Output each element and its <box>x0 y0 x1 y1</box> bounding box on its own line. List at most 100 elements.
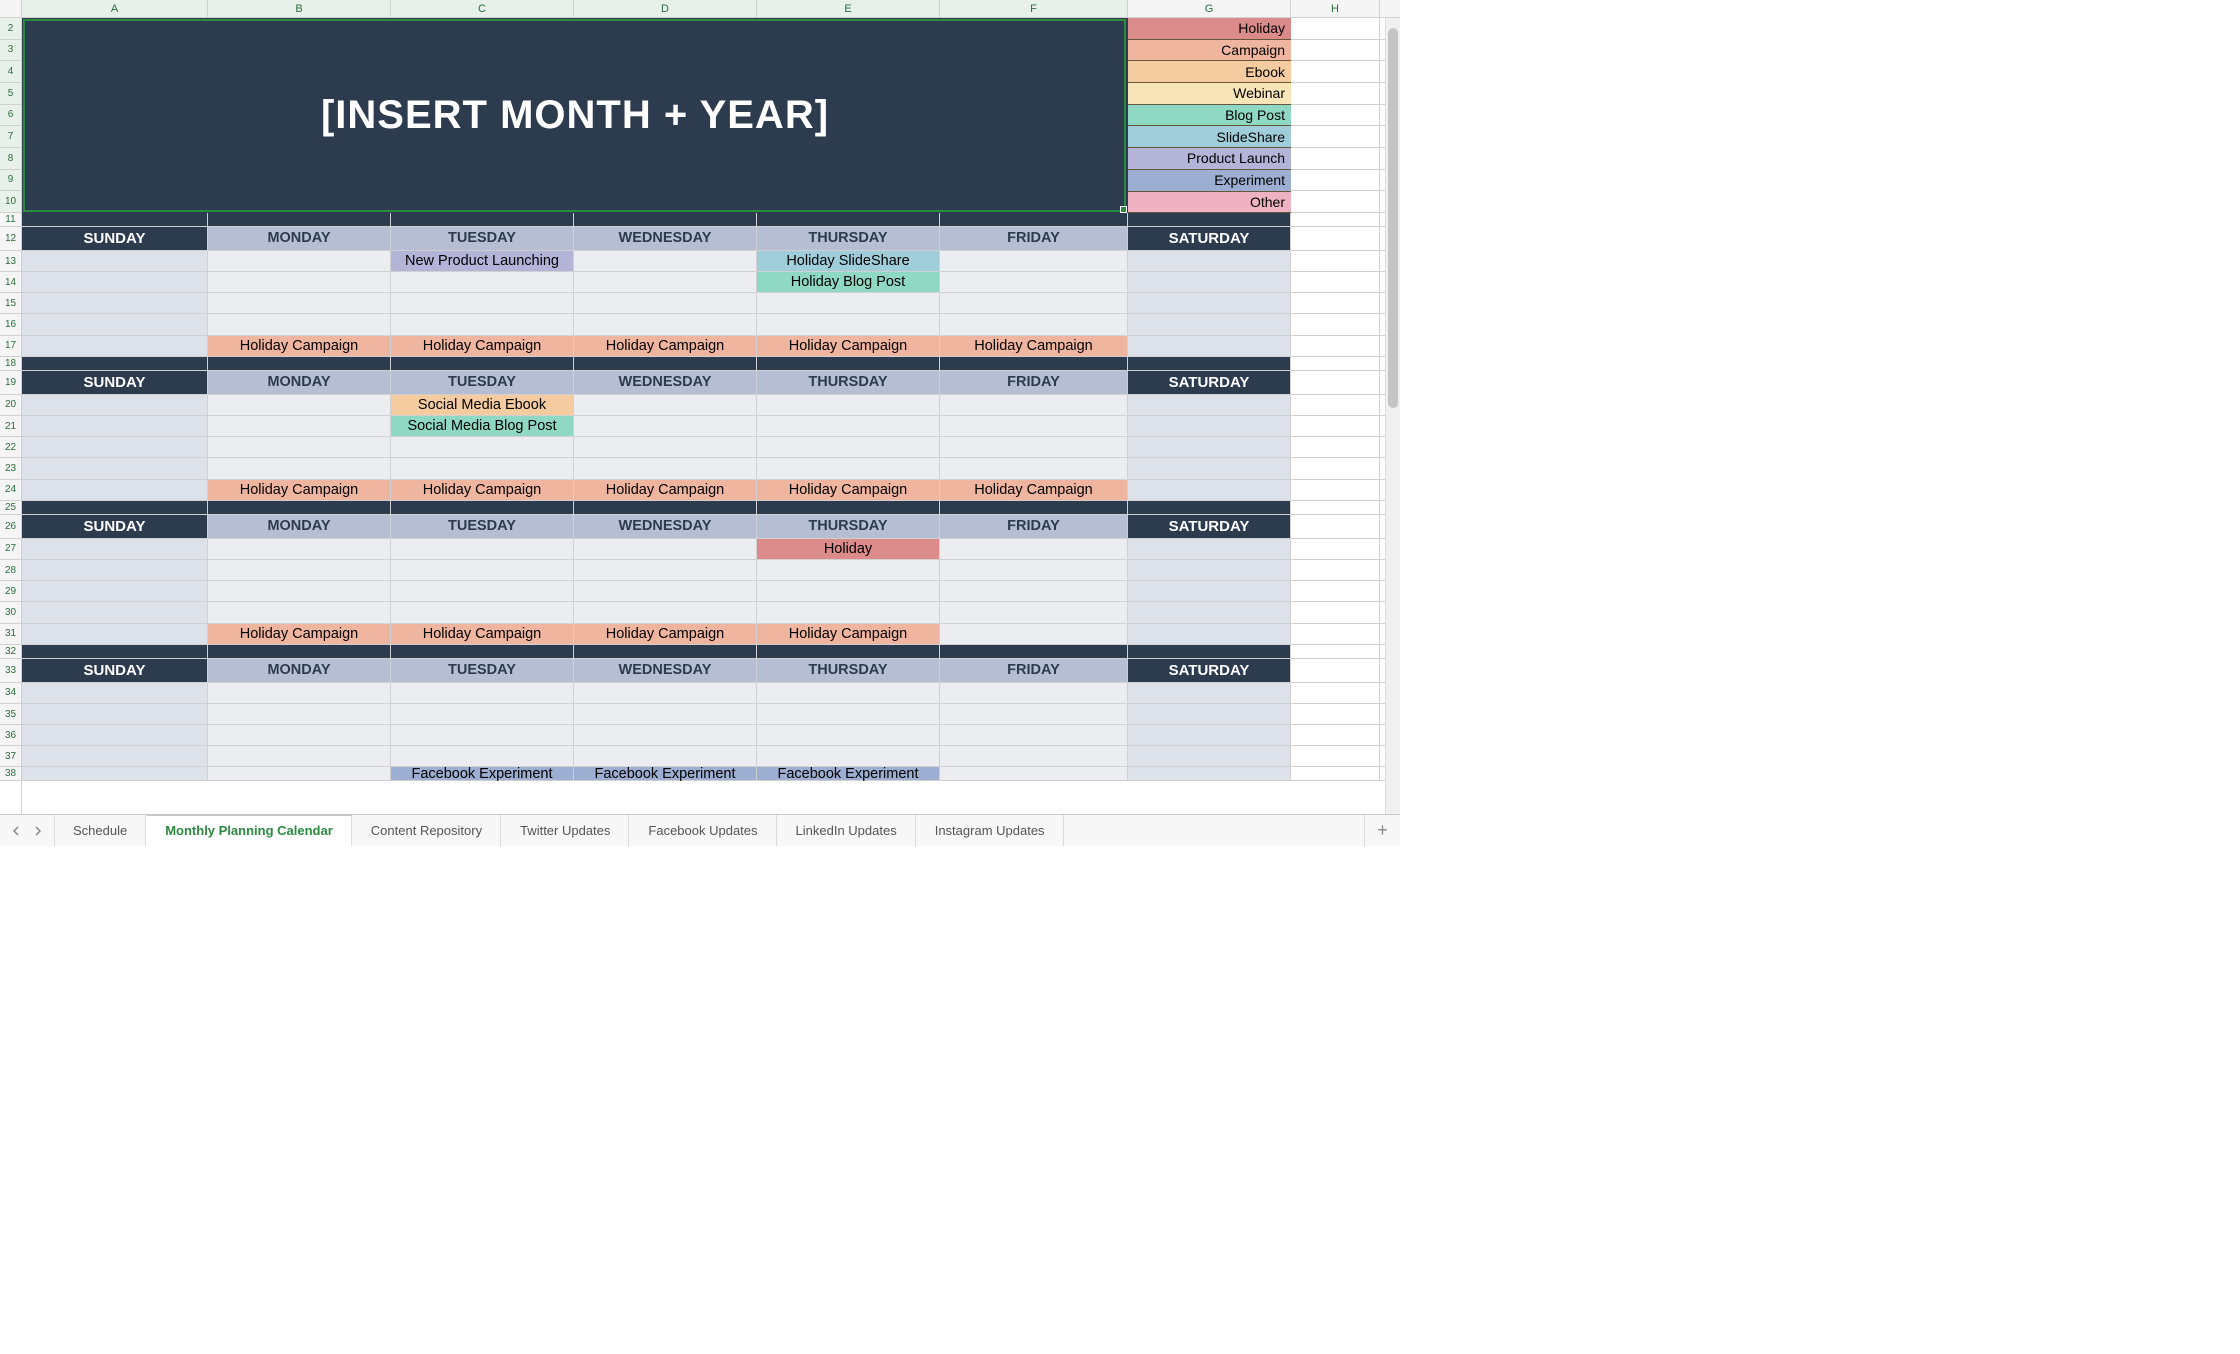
cell-blank[interactable] <box>1128 704 1291 724</box>
cell-blank[interactable] <box>208 581 391 601</box>
cells-area[interactable]: [INSERT MONTH + YEAR] HolidayCampaignEbo… <box>22 18 1400 814</box>
cell-blank[interactable] <box>574 581 757 601</box>
cell-blank[interactable] <box>1128 560 1291 580</box>
row-number-5[interactable]: 5 <box>0 83 21 105</box>
event-holiday-slideshare[interactable]: Holiday SlideShare <box>757 251 940 271</box>
cell-blank[interactable] <box>22 581 208 601</box>
row-number-12[interactable]: 12 <box>0 227 21 251</box>
day-header-wednesday[interactable]: WEDNESDAY <box>574 227 757 250</box>
cell-blank[interactable] <box>22 336 208 356</box>
cell-blank[interactable] <box>940 560 1128 580</box>
cell-blank[interactable] <box>940 704 1128 724</box>
sheet-tab-facebook-updates[interactable]: Facebook Updates <box>629 815 776 846</box>
event-holiday-blog-post[interactable]: Holiday Blog Post <box>757 272 940 292</box>
cell-blank[interactable] <box>574 458 757 478</box>
cell-blank[interactable] <box>208 395 391 415</box>
day-header-tuesday[interactable]: TUESDAY <box>391 371 574 394</box>
cell-blank[interactable] <box>757 704 940 724</box>
cell-blank[interactable] <box>208 767 391 780</box>
row-number-36[interactable]: 36 <box>0 725 21 746</box>
row-number-23[interactable]: 23 <box>0 458 21 479</box>
day-header-saturday[interactable]: SATURDAY <box>1128 371 1291 394</box>
cell-blank[interactable] <box>940 251 1128 271</box>
row-number-33[interactable]: 33 <box>0 659 21 683</box>
cell-blank[interactable] <box>391 458 574 478</box>
event-holiday-campaign[interactable]: Holiday Campaign <box>208 480 391 500</box>
column-header-D[interactable]: D <box>574 0 757 17</box>
cell-H3[interactable] <box>1291 40 1380 61</box>
cell-blank[interactable] <box>1128 767 1291 780</box>
event-facebook-experiment[interactable]: Facebook Experiment <box>574 767 757 780</box>
legend-item-webinar[interactable]: Webinar <box>1128 83 1291 105</box>
day-header-sunday[interactable]: SUNDAY <box>22 659 208 682</box>
cell-blank[interactable] <box>940 725 1128 745</box>
cell-blank[interactable] <box>391 725 574 745</box>
row-number-7[interactable]: 7 <box>0 126 21 148</box>
sheet-tab-instagram-updates[interactable]: Instagram Updates <box>916 815 1064 846</box>
cell-blank[interactable] <box>391 704 574 724</box>
day-header-tuesday[interactable]: TUESDAY <box>391 227 574 250</box>
row-number-13[interactable]: 13 <box>0 251 21 272</box>
cell-blank[interactable] <box>208 746 391 766</box>
sheet-tab-twitter-updates[interactable]: Twitter Updates <box>501 815 629 846</box>
cell-H2[interactable] <box>1291 18 1380 39</box>
cell-blank[interactable] <box>940 272 1128 292</box>
day-header-friday[interactable]: FRIDAY <box>940 371 1128 394</box>
cell-blank[interactable] <box>1128 395 1291 415</box>
add-sheet-button[interactable]: + <box>1364 815 1400 846</box>
cell-blank[interactable] <box>391 602 574 622</box>
row-number-19[interactable]: 19 <box>0 371 21 395</box>
cell-blank[interactable] <box>1128 725 1291 745</box>
cell-blank[interactable] <box>391 437 574 457</box>
event-holiday[interactable]: Holiday <box>757 539 940 559</box>
cell-blank[interactable] <box>208 539 391 559</box>
cell-blank[interactable] <box>757 602 940 622</box>
cell-H5[interactable] <box>1291 83 1380 104</box>
day-header-thursday[interactable]: THURSDAY <box>757 227 940 250</box>
cell-blank[interactable] <box>208 602 391 622</box>
column-header-F[interactable]: F <box>940 0 1128 17</box>
cell-blank[interactable] <box>757 725 940 745</box>
row-number-16[interactable]: 16 <box>0 314 21 335</box>
row-number-24[interactable]: 24 <box>0 480 21 501</box>
row-number-17[interactable]: 17 <box>0 336 21 357</box>
cell-blank[interactable] <box>574 293 757 313</box>
event-holiday-campaign[interactable]: Holiday Campaign <box>940 336 1128 356</box>
cell-blank[interactable] <box>940 437 1128 457</box>
cell-blank[interactable] <box>391 293 574 313</box>
cell-blank[interactable] <box>757 683 940 703</box>
select-all-corner[interactable] <box>0 0 22 17</box>
cell-blank[interactable] <box>940 458 1128 478</box>
cell-blank[interactable] <box>391 539 574 559</box>
cell-blank[interactable] <box>1128 251 1291 271</box>
day-header-saturday[interactable]: SATURDAY <box>1128 515 1291 538</box>
cell-blank[interactable] <box>208 293 391 313</box>
day-header-friday[interactable]: FRIDAY <box>940 659 1128 682</box>
row-number-38[interactable]: 38 <box>0 767 21 781</box>
row-number-9[interactable]: 9 <box>0 170 21 192</box>
cell-blank[interactable] <box>1128 437 1291 457</box>
event-new-product-launching[interactable]: New Product Launching <box>391 251 574 271</box>
row-number-31[interactable]: 31 <box>0 624 21 645</box>
row-number-37[interactable]: 37 <box>0 746 21 767</box>
cell-blank[interactable] <box>940 416 1128 436</box>
row-number-18[interactable]: 18 <box>0 357 21 371</box>
cell-blank[interactable] <box>940 746 1128 766</box>
event-social-media-blog-post[interactable]: Social Media Blog Post <box>391 416 574 436</box>
cell-blank[interactable] <box>22 539 208 559</box>
day-header-friday[interactable]: FRIDAY <box>940 227 1128 250</box>
cell-blank[interactable] <box>574 539 757 559</box>
legend-item-other[interactable]: Other <box>1128 192 1291 214</box>
cell-blank[interactable] <box>940 602 1128 622</box>
day-header-wednesday[interactable]: WEDNESDAY <box>574 659 757 682</box>
row-number-3[interactable]: 3 <box>0 40 21 62</box>
cell-blank[interactable] <box>391 272 574 292</box>
row-number-8[interactable]: 8 <box>0 148 21 170</box>
day-header-sunday[interactable]: SUNDAY <box>22 371 208 394</box>
cell-blank[interactable] <box>1128 458 1291 478</box>
cell-blank[interactable] <box>574 704 757 724</box>
cell-blank[interactable] <box>208 683 391 703</box>
cell-blank[interactable] <box>22 251 208 271</box>
cell-blank[interactable] <box>22 480 208 500</box>
row-number-20[interactable]: 20 <box>0 395 21 416</box>
